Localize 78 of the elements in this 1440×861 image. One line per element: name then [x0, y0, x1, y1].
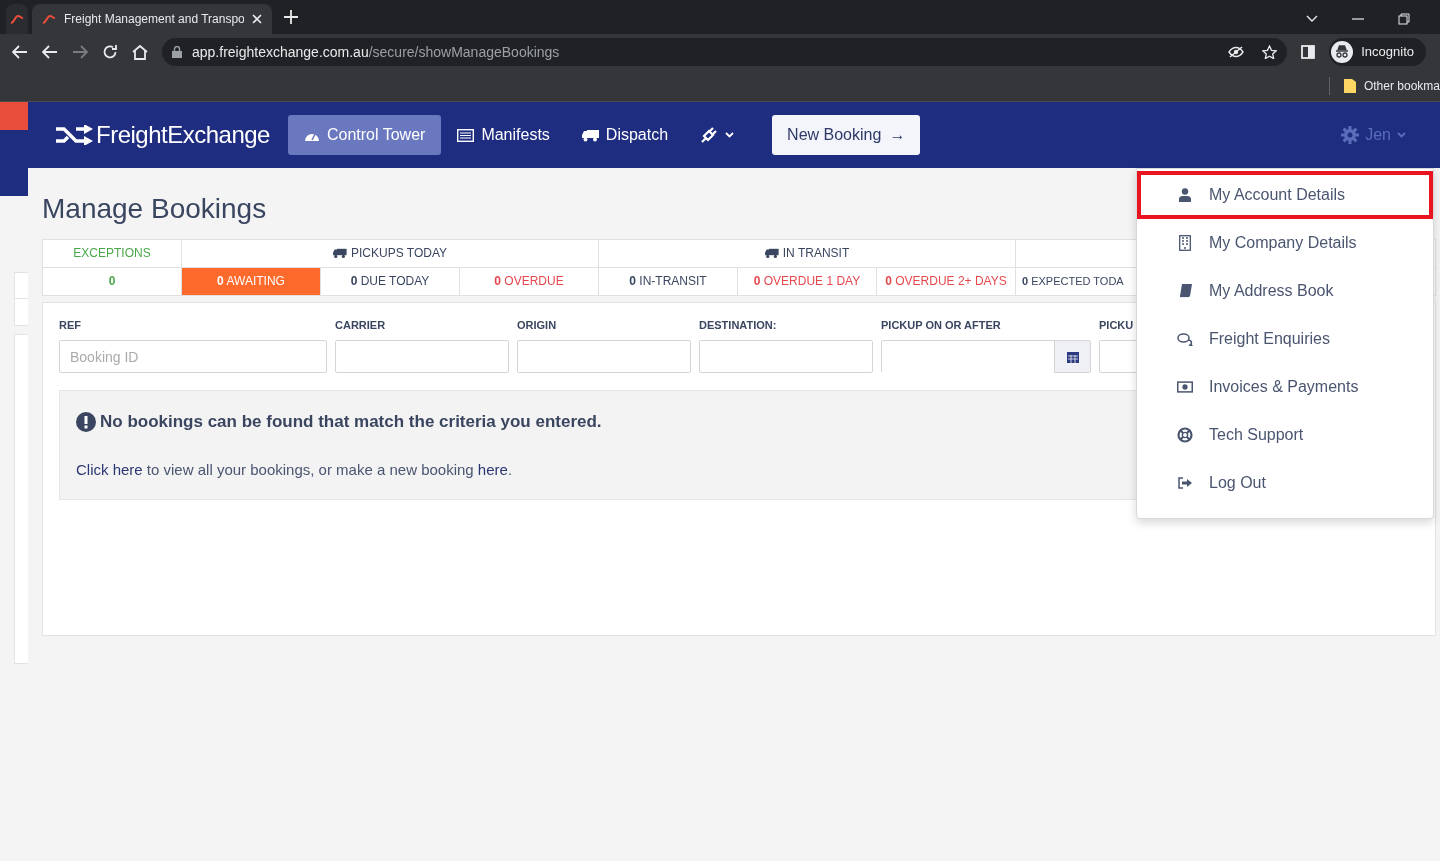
stat-filter[interactable]: 0 OVERDUE — [459, 267, 599, 296]
menu-item[interactable]: Invoices & Payments — [1137, 363, 1433, 411]
truck-icon — [581, 128, 599, 142]
logout-icon — [1178, 477, 1192, 489]
brand-logo[interactable]: FreightExchange — [56, 117, 270, 153]
new-booking-button[interactable]: New Booking → — [772, 115, 921, 155]
truck-icon — [764, 247, 779, 258]
nav-link[interactable]: Control Tower — [287, 115, 442, 155]
close-icon[interactable] — [252, 14, 262, 24]
field-label: ORIGIN — [517, 317, 558, 333]
lifebuoy-icon — [1177, 427, 1193, 443]
field-label: DESTINATION: — [699, 317, 778, 333]
column-group-header: PICKUPS TODAY — [333, 243, 447, 262]
date-field[interactable] — [881, 340, 1091, 374]
calendar-icon[interactable] — [1066, 350, 1079, 363]
alert-icon — [76, 412, 96, 433]
column-group-header: IN TRANSIT — [764, 243, 850, 262]
logo-mark — [0, 102, 28, 130]
caret-icon — [725, 132, 735, 138]
book-icon — [1178, 284, 1192, 298]
field-label: PICKU — [1099, 317, 1135, 333]
new-tab-icon[interactable] — [284, 9, 298, 24]
stat-filter[interactable]: 0 OVERDUE 1 DAY — [737, 267, 877, 296]
star-icon[interactable] — [1262, 45, 1278, 59]
column-group-header: EXCEPTIONS — [73, 245, 151, 263]
input-field[interactable] — [517, 340, 691, 374]
site-icon — [42, 14, 56, 24]
link[interactable]: Click here — [76, 460, 143, 478]
menu-item[interactable]: Tech Support — [1137, 411, 1433, 459]
nav-link[interactable]: Manifests — [441, 115, 566, 155]
restore-icon[interactable] — [1398, 13, 1410, 25]
browser-tab[interactable]: Freight Management and Transpo — [32, 4, 272, 34]
back-icon[interactable] — [42, 45, 58, 59]
address-bar[interactable]: app.freightexchange.com.au/secure/showManageBookings — [162, 38, 1288, 66]
plug-icon — [700, 126, 719, 144]
home-icon[interactable] — [132, 44, 148, 60]
link[interactable]: here — [473, 460, 508, 478]
bookmark-folder[interactable]: Other bookma — [1343, 76, 1440, 95]
incognito-icon — [1331, 41, 1354, 63]
stat-filter[interactable]: 0 OVERDUE 2+ DAYS — [876, 267, 1016, 296]
gear-icon — [1341, 126, 1360, 144]
menu-item[interactable]: Log Out — [1137, 459, 1433, 507]
caret-icon — [1397, 132, 1406, 138]
browser-tab[interactable] — [6, 4, 28, 34]
field-label: CARRIER — [335, 317, 387, 333]
side-panel-icon[interactable] — [1301, 45, 1316, 59]
shuffle-icon — [56, 125, 94, 145]
field-label: REF — [59, 317, 82, 333]
reload-icon[interactable] — [102, 44, 118, 60]
profile-button[interactable]: Incognito — [1329, 38, 1426, 66]
stat-filter[interactable]: 0 DUE TODAY — [320, 267, 460, 296]
nav-link[interactable]: Dispatch — [565, 115, 685, 155]
tab-title: Freight Management and Transpo — [64, 11, 244, 28]
banknote-icon — [1177, 381, 1193, 393]
eye-off-icon[interactable] — [1228, 46, 1245, 58]
menu-item[interactable]: My Company Details — [1137, 219, 1433, 267]
input-field[interactable] — [699, 340, 873, 374]
input-field[interactable] — [335, 340, 509, 374]
field-label: PICKUP ON OR AFTER — [881, 317, 1002, 333]
back-icon[interactable] — [12, 45, 28, 59]
building-icon — [1179, 235, 1191, 251]
menu-item[interactable]: Freight Enquiries — [1137, 315, 1433, 363]
menu-item[interactable]: My Account Details — [1137, 171, 1433, 219]
list-icon — [457, 128, 475, 142]
folder-icon — [1343, 78, 1356, 93]
notice-text: Click here to view all your bookings, or make a new booking here. — [76, 460, 513, 478]
url-text: app.freightexchange.com.au/secure/showManageBookings — [192, 42, 560, 62]
truck-icon — [333, 247, 347, 258]
person-icon — [1179, 188, 1191, 202]
input-field[interactable]: Booking ID — [59, 340, 327, 374]
chat-icon — [1177, 332, 1193, 346]
page-title: Manage Bookings — [42, 194, 267, 225]
site-icon — [10, 14, 24, 24]
menu-item[interactable]: My Address Book — [1137, 267, 1433, 315]
stat-filter[interactable]: 0 IN-TRANSIT — [598, 267, 738, 296]
notice-heading: No bookings can be found that match the criteria you entered. — [100, 411, 602, 434]
lock-icon — [172, 46, 182, 58]
chevron-down-icon[interactable] — [1306, 15, 1318, 23]
